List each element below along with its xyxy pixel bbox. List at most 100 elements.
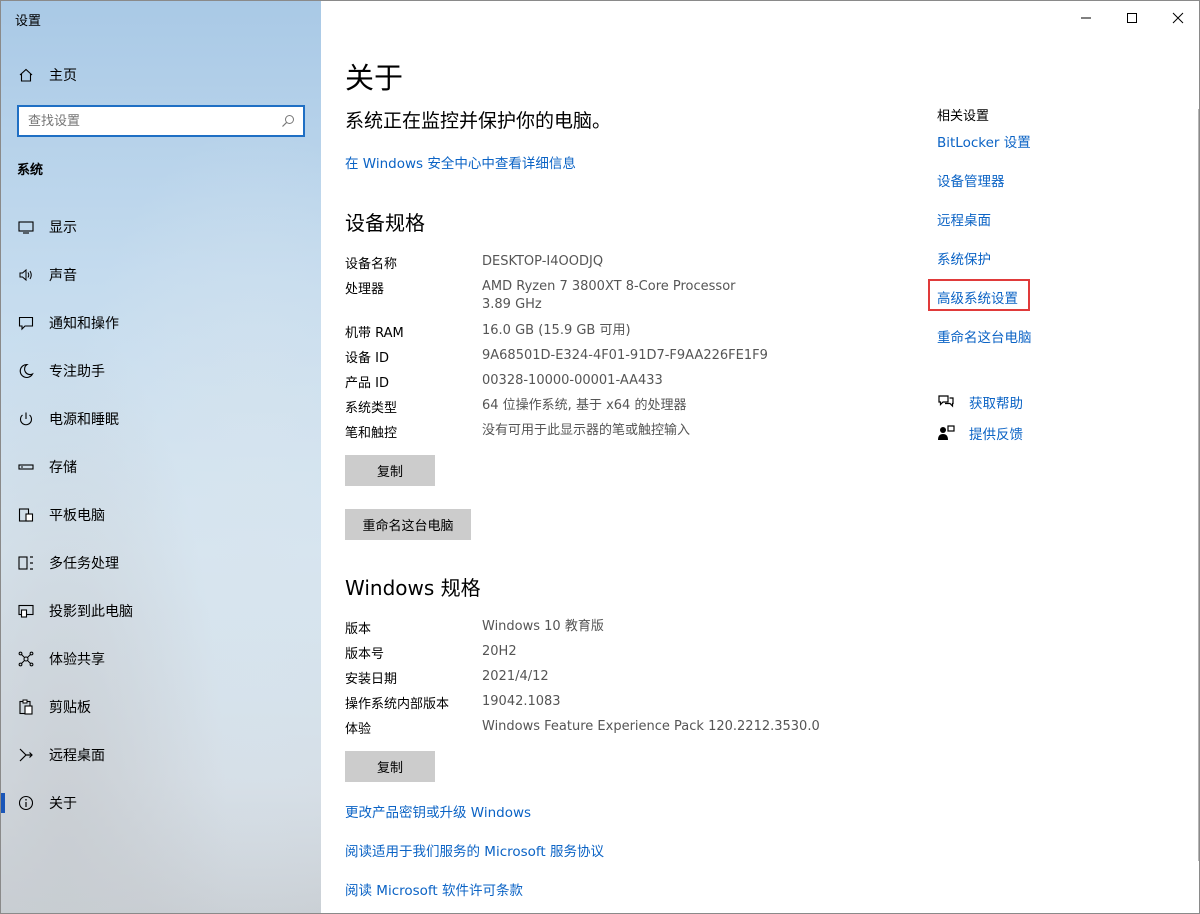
spec-key: 处理器 — [345, 282, 385, 297]
sidebar-item-focus-assist[interactable]: 专注助手 — [1, 351, 321, 391]
sidebar-item-storage[interactable]: 存储 — [1, 447, 321, 487]
feedback-item[interactable]: 提供反馈 — [937, 423, 1023, 443]
remote-desktop-link[interactable]: 远程桌面 — [937, 209, 991, 229]
spec-key: 设备 ID — [345, 351, 389, 366]
minimize-icon — [1081, 17, 1091, 19]
spec-value: 20H2 — [482, 644, 517, 659]
sidebar-item-label: 多任务处理 — [49, 556, 119, 572]
sidebar-item-label: 剪贴板 — [49, 700, 91, 716]
related-settings-title: 相关设置 — [937, 109, 990, 124]
sidebar-item-label: 投影到此电脑 — [49, 604, 133, 620]
app-title: 设置 — [15, 14, 42, 29]
sidebar-item-about[interactable]: 关于 — [1, 783, 321, 823]
spec-key: 操作系统内部版本 — [345, 697, 450, 712]
sidebar-item-power[interactable]: 电源和睡眠 — [1, 399, 321, 439]
speaker-icon — [17, 266, 35, 284]
protection-status: 系统正在监控并保护你的电脑。 — [345, 110, 612, 132]
spec-value: DESKTOP-I4OODJQ — [482, 254, 604, 269]
bitlocker-settings-link[interactable]: BitLocker 设置 — [937, 131, 1031, 151]
sidebar-item-label: 显示 — [49, 220, 77, 236]
section-label-system: 系统 — [17, 163, 44, 178]
spec-value: 00328-10000-00001-AA433 — [482, 373, 663, 388]
spec-key: 安装日期 — [345, 672, 398, 687]
system-protection-link[interactable]: 系统保护 — [937, 248, 991, 268]
maximize-button[interactable] — [1109, 1, 1155, 35]
clipboard-icon — [17, 698, 35, 716]
sidebar-item-label: 专注助手 — [49, 364, 105, 380]
remote-desktop-icon — [17, 746, 35, 764]
get-help-item[interactable]: 获取帮助 — [937, 392, 1023, 412]
spec-key: 产品 ID — [345, 376, 389, 391]
page-title: 关于 — [345, 61, 404, 95]
copy-device-specs-button[interactable]: 复制 — [345, 455, 435, 486]
license-terms-link[interactable]: 阅读 Microsoft 软件许可条款 — [345, 879, 523, 899]
spec-key: 版本 — [345, 622, 372, 637]
sidebar-item-label: 平板电脑 — [49, 508, 105, 524]
power-icon — [17, 410, 35, 428]
windows-specs-heading: Windows 规格 — [345, 576, 481, 600]
window-controls — [1063, 1, 1199, 35]
sidebar-item-tablet[interactable]: 平板电脑 — [1, 495, 321, 535]
spec-key: 机带 RAM — [345, 326, 404, 341]
spec-key: 版本号 — [345, 647, 385, 662]
info-icon — [17, 794, 35, 812]
spec-value: 19042.1083 — [482, 694, 561, 709]
notification-icon — [17, 314, 35, 332]
nav-home-label: 主页 — [49, 68, 77, 84]
monitor-icon — [17, 218, 35, 236]
sidebar-item-sound[interactable]: 声音 — [1, 255, 321, 295]
advanced-system-settings-link[interactable]: 高级系统设置 — [937, 287, 1018, 307]
sidebar-item-notifications[interactable]: 通知和操作 — [1, 303, 321, 343]
chat-help-icon — [937, 393, 955, 411]
sidebar-item-shared-experiences[interactable]: 体验共享 — [1, 639, 321, 679]
close-button[interactable] — [1155, 1, 1199, 35]
feedback-label: 提供反馈 — [969, 427, 1023, 443]
spec-value: AMD Ryzen 7 3800XT 8-Core Processor — [482, 279, 736, 294]
active-indicator — [1, 793, 5, 813]
services-agreement-link[interactable]: 阅读适用于我们服务的 Microsoft 服务协议 — [345, 840, 604, 860]
sidebar-item-label: 关于 — [49, 796, 77, 812]
copy-windows-specs-button[interactable]: 复制 — [345, 751, 435, 782]
security-center-link[interactable]: 在 Windows 安全中心中查看详细信息 — [345, 152, 576, 172]
sidebar-item-clipboard[interactable]: 剪贴板 — [1, 687, 321, 727]
sidebar-item-label: 声音 — [49, 268, 77, 284]
sidebar-item-projection[interactable]: 投影到此电脑 — [1, 591, 321, 631]
nav-home[interactable]: 主页 — [1, 59, 321, 91]
moon-icon — [17, 362, 35, 380]
sidebar: 设置 主页 系统 显示 声音 — [1, 1, 321, 913]
spec-value: 9A68501D-E324-4F01-91D7-F9AA226FE1F9 — [482, 348, 768, 363]
minimize-button[interactable] — [1063, 1, 1109, 35]
sidebar-item-multitasking[interactable]: 多任务处理 — [1, 543, 321, 583]
home-icon — [17, 66, 35, 84]
sidebar-item-remote-desktop[interactable]: 远程桌面 — [1, 735, 321, 775]
main-content: 关于 系统正在监控并保护你的电脑。 在 Windows 安全中心中查看详细信息 … — [321, 1, 1199, 913]
rename-pc-link[interactable]: 重命名这台电脑 — [937, 326, 1032, 346]
search-box[interactable] — [17, 105, 305, 137]
sidebar-item-label: 体验共享 — [49, 652, 105, 668]
sidebar-item-label: 存储 — [49, 460, 77, 476]
spec-key: 设备名称 — [345, 257, 398, 272]
sidebar-item-display[interactable]: 显示 — [1, 207, 321, 247]
tablet-icon — [17, 506, 35, 524]
spec-value: 2021/4/12 — [482, 669, 549, 684]
search-icon[interactable] — [281, 113, 295, 127]
device-manager-link[interactable]: 设备管理器 — [937, 170, 1005, 190]
multitask-icon — [17, 554, 35, 572]
sidebar-item-label: 远程桌面 — [49, 748, 105, 764]
change-product-key-link[interactable]: 更改产品密钥或升级 Windows — [345, 801, 531, 821]
close-icon — [1172, 12, 1184, 24]
spec-value: 16.0 GB (15.9 GB 可用) — [482, 323, 631, 338]
spec-value: 没有可用于此显示器的笔或触控输入 — [482, 423, 691, 438]
maximize-icon — [1127, 13, 1137, 23]
spec-key: 系统类型 — [345, 401, 398, 416]
spec-key: 体验 — [345, 722, 372, 737]
rename-pc-button[interactable]: 重命名这台电脑 — [345, 509, 471, 540]
spec-value: Windows 10 教育版 — [482, 619, 604, 634]
share-icon — [17, 650, 35, 668]
projection-icon — [17, 602, 35, 620]
spec-value-line2: 3.89 GHz — [482, 297, 542, 312]
sidebar-item-label: 电源和睡眠 — [49, 412, 119, 428]
spec-value: 64 位操作系统, 基于 x64 的处理器 — [482, 398, 687, 413]
spec-value: Windows Feature Experience Pack 120.2212… — [482, 719, 820, 734]
search-input[interactable] — [28, 113, 278, 129]
